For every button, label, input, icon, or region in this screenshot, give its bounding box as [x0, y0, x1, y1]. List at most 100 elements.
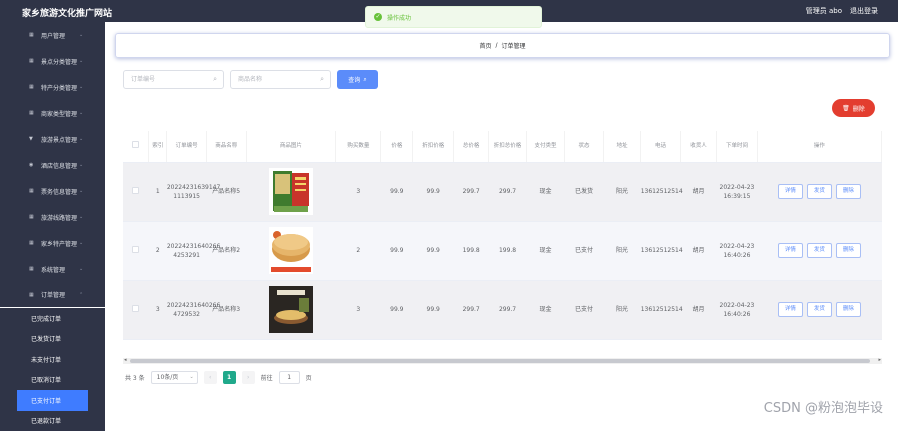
grid-icon: ▦ [29, 32, 34, 38]
search-icon: ⌕ [213, 71, 217, 88]
product-image-tea-package [269, 168, 313, 215]
chevron-down-icon: ⌄ [79, 240, 83, 246]
chevron-down-icon: ⌄ [79, 214, 83, 220]
cell-discount-total: 199.8 [489, 221, 526, 280]
sidebar-item-merchant-type[interactable]: ▦商家类型管理⌄ [0, 100, 105, 126]
ship-button[interactable]: 发货 [807, 184, 832, 199]
query-label: 查询 [348, 75, 360, 84]
search-icon: ⌕ [320, 71, 324, 88]
prev-page-button[interactable]: ‹ [204, 371, 217, 384]
sidebar-subitem-completed[interactable]: 已完成订单 [0, 308, 105, 329]
cell-total: 299.7 [454, 280, 489, 339]
page-number-current[interactable]: 1 [223, 371, 236, 384]
cell-product-image [246, 280, 336, 339]
col-product-image: 商品图片 [246, 131, 336, 162]
product-name-input[interactable]: 商品名称 ⌕ [230, 70, 331, 89]
page-size-select[interactable]: 10条/页⌄ [151, 371, 198, 384]
cell-index: 2 [149, 221, 167, 280]
cell-price: 99.9 [381, 280, 413, 339]
delete-button[interactable]: 删除 [836, 243, 861, 258]
detail-button[interactable]: 详情 [778, 243, 803, 258]
sidebar-subitem-paid[interactable]: 已支付订单 [17, 390, 88, 411]
chevron-down-icon: ⌄ [79, 32, 83, 38]
cell-actions: 详情发货删除 [757, 221, 881, 280]
grid-icon: ▦ [29, 84, 34, 90]
select-all-checkbox[interactable] [123, 131, 149, 162]
cell-order-no: 20224231640266 4253291 [167, 221, 207, 280]
col-receiver: 收货人 [680, 131, 716, 162]
grid-icon: ▦ [29, 266, 34, 272]
chevron-down-icon: ⌄ [79, 266, 83, 272]
sidebar-item-specialty[interactable]: ▦家乡特产管理⌄ [0, 230, 105, 256]
product-image-pancake [269, 227, 313, 274]
col-qty: 购买数量 [336, 131, 381, 162]
sidebar-item-system[interactable]: ▦系统管理⌄ [0, 256, 105, 282]
cell-product-image [246, 162, 336, 221]
sidebar-item-scenic-spots[interactable]: ▼旅游景点管理⌄ [0, 126, 105, 152]
breadcrumb: 首页 / 订单管理 [115, 33, 890, 58]
next-page-button[interactable]: › [242, 371, 255, 384]
cell-address: 阳光 [603, 162, 640, 221]
sidebar-item-scenic-category[interactable]: ▦景点分类管理⌄ [0, 48, 105, 74]
sidebar-item-users[interactable]: ▦用户管理⌄ [0, 22, 105, 48]
horizontal-scrollbar[interactable]: ◂ ▸ [123, 358, 882, 364]
search-icon: ⌕ [363, 76, 366, 84]
ship-button[interactable]: 发货 [807, 302, 832, 317]
scrollbar-thumb[interactable] [130, 359, 870, 363]
table-row: 3 20224231640266 4729532 产品名称3 3 99.9 99… [123, 280, 882, 339]
pin-icon: ◉ [29, 162, 33, 168]
delete-button[interactable]: 删除 [836, 302, 861, 317]
col-price: 价格 [381, 131, 413, 162]
scroll-left-arrow-icon[interactable]: ◂ [124, 357, 127, 363]
detail-button[interactable]: 详情 [778, 302, 803, 317]
goto-page-input[interactable]: 1 [279, 371, 300, 384]
sidebar: ▦用户管理⌄ ▦景点分类管理⌄ ▦特产分类管理⌄ ▦商家类型管理⌄ ▼旅游景点管… [0, 22, 105, 426]
cell-address: 阳光 [603, 280, 640, 339]
chevron-down-icon: ⌄ [79, 110, 83, 116]
cell-product-name: 产品名称3 [206, 280, 246, 339]
table-row: 2 20224231640266 4253291 产品名称2 2 99.9 99… [123, 221, 882, 280]
detail-button[interactable]: 详情 [778, 184, 803, 199]
query-button[interactable]: 查询⌕ [337, 70, 378, 89]
check-circle-icon: ✓ [374, 13, 382, 21]
cell-product-name: 产品名称2 [206, 221, 246, 280]
product-name-placeholder: 商品名称 [238, 76, 262, 83]
cell-discount-total: 299.7 [489, 280, 526, 339]
breadcrumb-separator: / [495, 42, 497, 49]
col-discount-total: 折扣总价格 [489, 131, 526, 162]
sidebar-item-orders[interactable]: ▦订单管理⌃ [0, 282, 105, 308]
ship-button[interactable]: 发货 [807, 243, 832, 258]
cell-price: 99.9 [381, 221, 413, 280]
row-checkbox[interactable] [123, 162, 149, 221]
logout-link[interactable]: 退出登录 [850, 6, 878, 16]
cell-phone: 13612512514 [641, 162, 681, 221]
admin-label: 管理员 abo [806, 6, 842, 16]
grid-icon: ▦ [29, 292, 34, 298]
cell-discount-price: 99.9 [413, 162, 454, 221]
sidebar-item-specialty-category[interactable]: ▦特产分类管理⌄ [0, 74, 105, 100]
cell-product-image [246, 221, 336, 280]
sidebar-item-ticket[interactable]: ▦票务信息管理⌄ [0, 178, 105, 204]
row-checkbox[interactable] [123, 221, 149, 280]
filter-icon: ▼ [29, 136, 33, 142]
trash-icon: 🗑 [842, 105, 850, 112]
sidebar-item-hotel[interactable]: ◉酒店信息管理⌄ [0, 152, 105, 178]
batch-delete-label: 删除 [853, 104, 865, 113]
sidebar-subitem-shipped[interactable]: 已发货订单 [0, 329, 105, 350]
batch-delete-button[interactable]: 🗑删除 [832, 99, 875, 117]
sidebar-subitem-cancelled[interactable]: 已取消订单 [0, 370, 105, 391]
cell-order-time: 2022-04-23 16:39:15 [717, 162, 758, 221]
cell-receiver: 胡月 [680, 221, 716, 280]
sidebar-subitem-unpaid[interactable]: 未支付订单 [0, 349, 105, 370]
row-checkbox[interactable] [123, 280, 149, 339]
cell-status: 已支付 [565, 280, 604, 339]
breadcrumb-home[interactable]: 首页 [479, 41, 491, 50]
scroll-right-arrow-icon[interactable]: ▸ [878, 357, 881, 363]
sidebar-item-route[interactable]: ▦旅游线路管理⌄ [0, 204, 105, 230]
cell-qty: 3 [336, 162, 381, 221]
delete-button[interactable]: 删除 [836, 184, 861, 199]
sidebar-subitem-refunded[interactable]: 已退款订单 [0, 411, 105, 431]
goto-label: 前往 [261, 373, 273, 382]
order-no-input[interactable]: 订单编号⌕ [123, 70, 224, 89]
grid-icon: ▦ [29, 188, 34, 194]
